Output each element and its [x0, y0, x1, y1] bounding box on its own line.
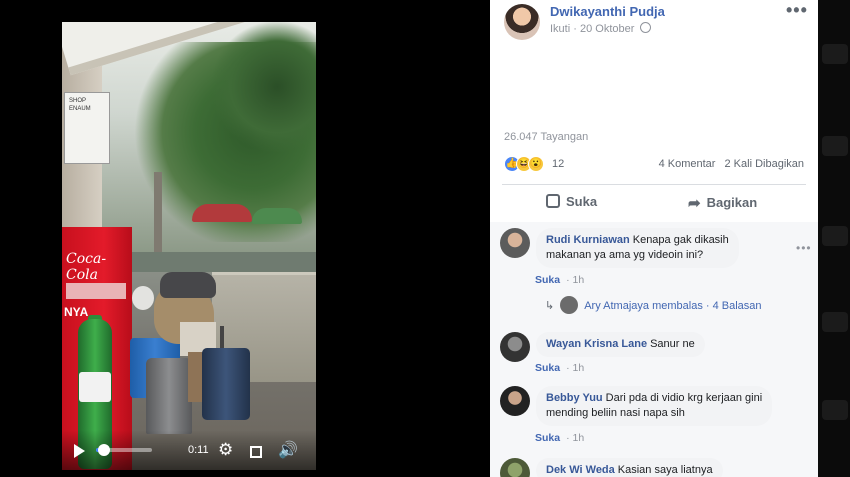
fridge-logo: Coca-Cola [66, 251, 107, 283]
post-author[interactable]: Dwikayanthi Pudja [550, 4, 665, 19]
background-thumbnail [822, 226, 848, 246]
comment-time[interactable]: 1h [573, 432, 585, 444]
background-thumbnail [822, 136, 848, 156]
avatar[interactable] [500, 386, 530, 416]
avatar[interactable] [504, 4, 540, 40]
like-button-label: Suka [566, 194, 598, 209]
video-controls: 0:11 ⚙ 🔊 [62, 430, 316, 470]
wow-reaction-icon: 😮 [528, 156, 544, 172]
share-button-label: Bagikan [706, 195, 758, 210]
video-trash-bin [146, 358, 192, 434]
comment-author[interactable]: Rudi Kurniawan [546, 234, 630, 246]
comment-text-line2: mending beliin nasi napa sih [546, 407, 685, 419]
volume-icon[interactable]: 🔊 [278, 440, 298, 460]
comment-actions: Suka · 1h [535, 274, 585, 286]
play-icon[interactable] [74, 444, 85, 458]
post-date[interactable]: 20 Oktober [580, 23, 634, 35]
comment-text: Kasian saya liatnya [617, 464, 713, 476]
comment-bubble: Rudi Kurniawan Kenapa gak dikasih makanan… [536, 228, 739, 268]
video-progress-bar[interactable] [96, 444, 152, 456]
replies-link[interactable]: ↳ Ary Atmajaya membalas · 4 Balasan [545, 296, 762, 314]
comment-bubble: Bebby Yuu Dari pda di vidio krg kerjaan g… [536, 386, 773, 426]
comment-text: Sanur ne [650, 338, 695, 350]
follow-link[interactable]: Ikuti [550, 23, 570, 35]
share-arrow-icon: ➦ [688, 195, 701, 212]
video-umbrella-red [192, 204, 252, 222]
share-button[interactable]: ➦ Bagikan [688, 194, 757, 212]
reply-arrow-icon: ↳ [545, 300, 555, 312]
video-post [154, 172, 162, 252]
avatar[interactable] [500, 332, 530, 362]
video-umbrella-green [252, 208, 302, 224]
comment-options-icon[interactable]: ••• [796, 241, 812, 255]
video-progress-knob[interactable] [98, 444, 111, 456]
post-meta: Ikuti · 20 Oktober [550, 22, 652, 35]
divider [502, 184, 806, 185]
comment-author[interactable]: Wayan Krisna Lane [546, 338, 647, 350]
avatar[interactable] [500, 228, 530, 258]
reaction-count: 12 [552, 158, 565, 170]
globe-icon [640, 22, 652, 33]
video-suitcase [202, 348, 250, 420]
fullscreen-icon[interactable] [250, 446, 262, 458]
video-suitcase-handle [220, 326, 224, 350]
comment-time[interactable]: 1h [573, 362, 585, 374]
post-panel: Dwikayanthi Pudja Ikuti · 20 Oktober •••… [490, 0, 818, 477]
more-options-icon[interactable]: ••• [786, 0, 808, 21]
comment-actions: Suka · 1h [535, 362, 585, 374]
background-thumbnail [822, 312, 848, 332]
video-shop-sign: SHOP ENAUM [64, 92, 110, 164]
comment-like-link[interactable]: Suka [535, 432, 560, 444]
video-time: 0:11 [188, 444, 209, 456]
reply-author: Ary Atmajaya membalas [584, 300, 703, 312]
background-thumbnail [822, 44, 848, 64]
comment-like-link[interactable]: Suka [535, 274, 560, 286]
comment-actions: Suka · 1h [535, 432, 585, 444]
comment-text: Dari pda di vidio krg kerjaan gini [605, 392, 763, 404]
video-trees-back [212, 22, 316, 152]
comment-author[interactable]: Dek Wi Weda [546, 464, 615, 476]
avatar [560, 296, 579, 314]
fridge-window [66, 283, 126, 299]
view-count: 26.047 Tayangan [504, 131, 589, 143]
video-person-head [132, 286, 154, 310]
gear-icon[interactable]: ⚙ [218, 440, 233, 460]
shop-sign-text: SHOP ENAUM [69, 98, 91, 112]
comment-bubble: Dek Wi Weda Kasian saya liatnya [536, 458, 723, 477]
thumb-up-icon [546, 194, 560, 208]
post-stats: 4 Komentar 2 Kali Dibagikan [653, 158, 804, 170]
comment-text-line2: makanan ya ama yg videoin ini? [546, 249, 704, 261]
reply-count: 4 Balasan [712, 300, 762, 312]
video-backpack [160, 272, 216, 298]
comment-author[interactable]: Bebby Yuu [546, 392, 603, 404]
comment-text: Kenapa gak dikasih [632, 234, 729, 246]
comment-like-link[interactable]: Suka [535, 362, 560, 374]
fridge-text: NYA [64, 305, 89, 319]
shares-count[interactable]: 2 Kali Dibagikan [725, 158, 805, 170]
bottle-label [79, 372, 111, 402]
comment-bubble: Wayan Krisna Lane Sanur ne [536, 332, 705, 357]
comments-count[interactable]: 4 Komentar [659, 158, 716, 170]
comment-time[interactable]: 1h [573, 274, 585, 286]
like-button[interactable]: Suka [546, 194, 597, 209]
video-player[interactable]: SHOP ENAUM Coca-Cola NYA 0:11 ⚙ 🔊 [62, 22, 316, 470]
background-thumbnail [822, 400, 848, 420]
